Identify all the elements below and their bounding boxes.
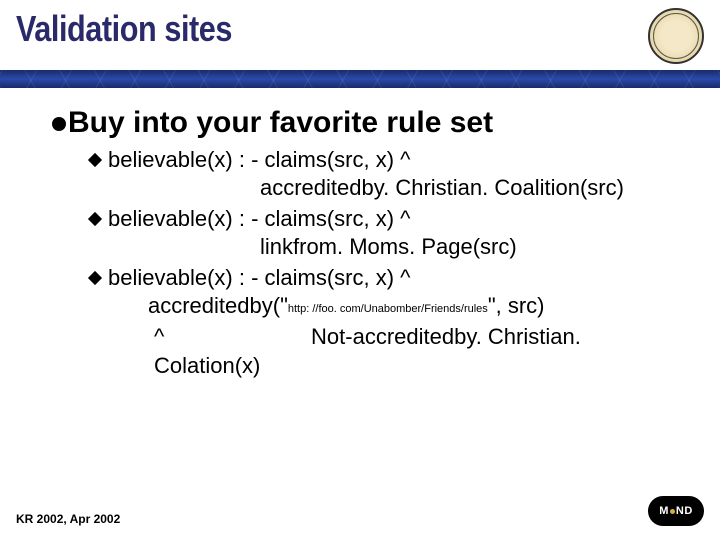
university-seal: [648, 8, 704, 64]
footer-text: KR 2002, Apr 2002: [16, 512, 120, 526]
diamond-bullet-icon: [88, 212, 102, 226]
rule-item: believable(x) : - claims(src, x) ^ accre…: [90, 146, 680, 201]
bullet-disc-icon: [52, 117, 66, 131]
slide-body: Buy into your favorite rule set believab…: [0, 88, 720, 380]
logo-dot-icon: [670, 509, 675, 514]
slide-title: Validation sites: [16, 8, 232, 50]
main-bullet-text: Buy into your favorite rule set: [68, 106, 493, 139]
mind-logo: MND: [648, 496, 704, 526]
rule-cont: accreditedby("http: //foo. com/Unabomber…: [108, 292, 680, 320]
rule-head: believable(x) : - claims(src, x) ^: [108, 206, 410, 231]
rule-url-tiny: http: //foo. com/Unabomber/Friends/rules: [288, 303, 488, 315]
rule-last-line: ^ Not-accreditedby. Christian. Colation(…: [90, 323, 680, 380]
rule-item: believable(x) : - claims(src, x) ^ linkf…: [90, 205, 680, 260]
rule-cont: linkfrom. Moms. Page(src): [108, 233, 680, 261]
rule-item: believable(x) : - claims(src, x) ^ accre…: [90, 264, 680, 319]
diamond-bullet-icon: [88, 153, 102, 167]
rule-head: believable(x) : - claims(src, x) ^: [108, 147, 410, 172]
rule-cont: accreditedby. Christian. Coalition(src): [108, 174, 680, 202]
diamond-bullet-icon: [88, 271, 102, 285]
rule-list: believable(x) : - claims(src, x) ^ accre…: [52, 146, 680, 380]
header-divider: [0, 70, 720, 88]
rule-head: believable(x) : - claims(src, x) ^: [108, 265, 410, 290]
main-bullet: Buy into your favorite rule set: [52, 106, 680, 140]
